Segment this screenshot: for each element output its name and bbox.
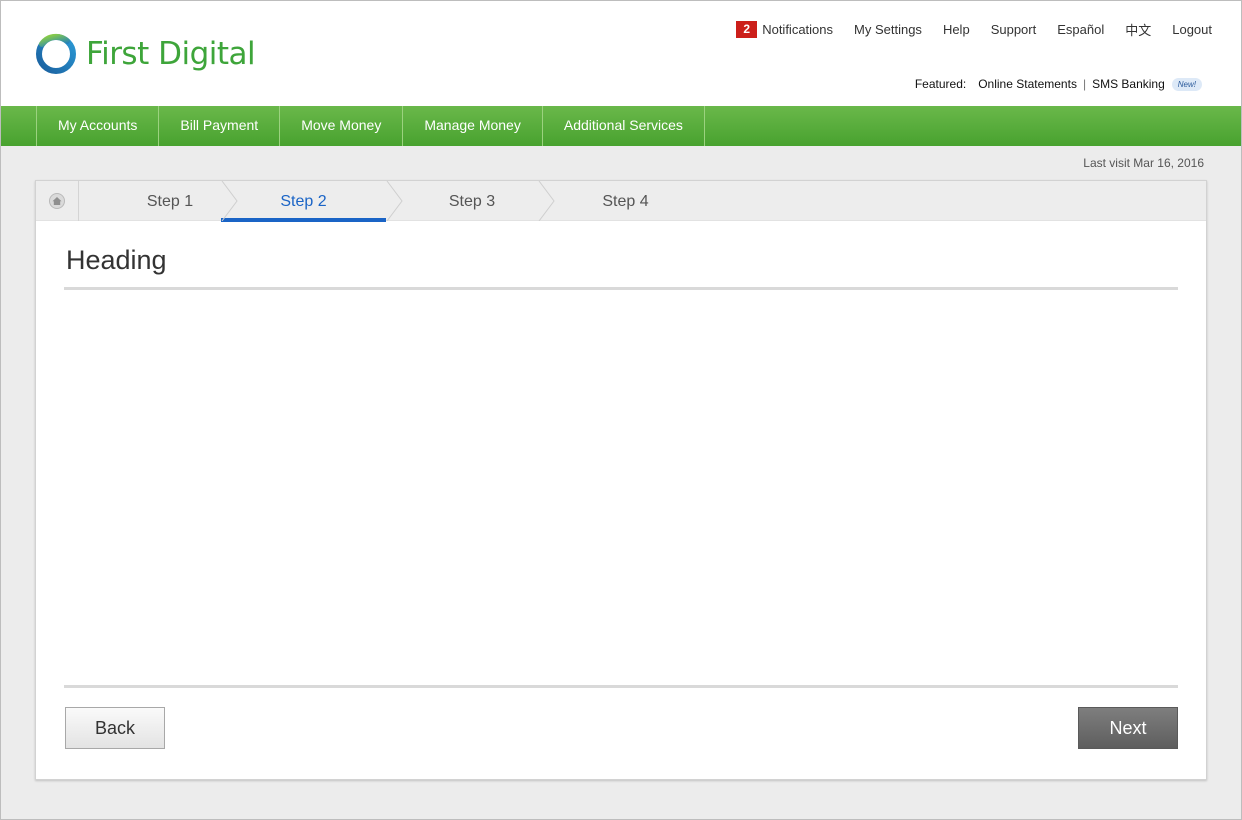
featured-label: Featured: — [914, 77, 967, 91]
logo-ring-icon — [36, 33, 76, 74]
nav-bill-payment[interactable]: Bill Payment — [158, 106, 279, 146]
wizard-card: Step 1 Step 2 Step 3 Step 4 Heading Back… — [35, 180, 1207, 780]
online-statements-link[interactable]: Online Statements — [978, 77, 1077, 91]
notifications-link[interactable]: 2 Notifications — [736, 21, 833, 38]
active-step-indicator — [221, 218, 386, 222]
home-icon — [49, 193, 65, 209]
support-link[interactable]: Support — [991, 22, 1037, 37]
brand-name: First Digital — [86, 35, 256, 72]
home-button[interactable] — [36, 181, 79, 221]
step-2-label: Step 2 — [280, 193, 327, 210]
back-button[interactable]: Back — [65, 707, 165, 749]
nav-move-money[interactable]: Move Money — [279, 106, 402, 146]
nav-my-accounts[interactable]: My Accounts — [36, 106, 158, 146]
footer-divider — [64, 685, 1178, 688]
notifications-label: Notifications — [762, 22, 834, 37]
step-progress: Step 1 Step 2 Step 3 Step 4 — [36, 181, 1206, 222]
step-separator-icon — [221, 181, 238, 221]
help-link[interactable]: Help — [943, 22, 970, 37]
step-4[interactable]: Step 4 — [548, 181, 703, 221]
new-badge: New! — [1171, 77, 1202, 91]
brand-logo[interactable]: First Digital — [34, 30, 256, 78]
step-separator-icon — [538, 181, 555, 221]
header: First Digital 2 Notifications My Setting… — [0, 0, 1242, 106]
featured-bar: Featured: Online Statements | SMS Bankin… — [915, 77, 1202, 91]
heading-divider — [64, 287, 1178, 290]
last-visit-text: Last visit Mar 16, 2016 — [1083, 156, 1204, 170]
nav-additional-services[interactable]: Additional Services — [541, 106, 705, 146]
step-2[interactable]: Step 2 — [221, 181, 386, 222]
page-heading: Heading — [66, 245, 167, 275]
featured-separator: | — [1082, 77, 1087, 91]
main-nav: My Accounts Bill Payment Move Money Mana… — [0, 106, 1242, 146]
sms-banking-link[interactable]: SMS Banking — [1092, 77, 1165, 91]
chinese-link[interactable]: 中文 — [1125, 20, 1151, 39]
next-button[interactable]: Next — [1078, 707, 1178, 749]
utility-nav: 2 Notifications My Settings Help Support… — [736, 20, 1212, 39]
notifications-count-badge: 2 — [736, 21, 758, 38]
step-3[interactable]: Step 3 — [396, 181, 548, 221]
espanol-link[interactable]: Español — [1057, 22, 1104, 37]
logout-link[interactable]: Logout — [1172, 22, 1212, 37]
step-separator-icon — [386, 181, 403, 221]
nav-manage-money[interactable]: Manage Money — [402, 106, 542, 146]
my-settings-link[interactable]: My Settings — [854, 22, 922, 37]
